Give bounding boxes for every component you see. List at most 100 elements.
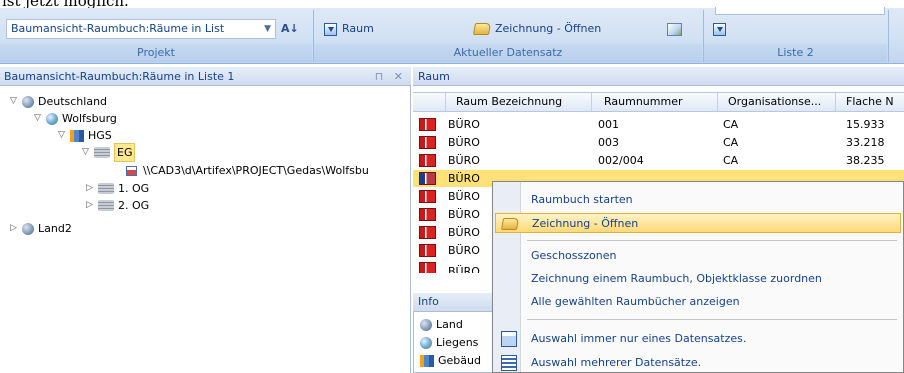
expanded-triangle-icon[interactable]: ▽	[82, 144, 94, 161]
tree-node-hgs[interactable]: ▽ HGS	[58, 127, 112, 144]
pin-icon[interactable]: ⊓	[375, 70, 384, 83]
table-row[interactable]: BÜRO 001 CA 15.933	[413, 116, 904, 133]
tree-node-label: HGS	[88, 129, 112, 142]
liste2-button[interactable]	[713, 19, 731, 39]
info-panel-title: Info	[413, 293, 493, 311]
info-item-label: Liegens	[436, 336, 479, 349]
drawing-file-icon	[126, 165, 137, 176]
cell-bezeichnung: BÜRO	[448, 190, 480, 203]
group-label-datensatz: Aktueller Datensatz	[314, 44, 702, 62]
tree-panel-title: Baumansicht-Raumbuch:Räume in Liste 1 ⊓ …	[0, 67, 411, 86]
menu-item-raumbuch-starten[interactable]: Raumbuch starten	[495, 190, 901, 210]
cell-bezeichnung: BÜRO	[448, 208, 480, 221]
cell-bezeichnung: BÜRO	[448, 265, 480, 273]
tree-node-label: Land2	[38, 222, 72, 235]
menu-item-geschosszonen[interactable]: Geschosszonen	[495, 246, 901, 266]
expanded-triangle-icon[interactable]: ▽	[10, 93, 22, 110]
city-globe-icon	[420, 336, 432, 349]
info-panel: Land Liegens Gebäud	[413, 311, 493, 373]
collapsed-triangle-icon[interactable]: ▷	[86, 180, 98, 197]
single-window-icon	[501, 331, 517, 347]
tree-node-label-selected: EG	[114, 143, 136, 162]
collapsed-triangle-icon[interactable]: ▷	[10, 220, 22, 237]
menu-separator	[527, 319, 897, 320]
cell-organisation: CA	[723, 118, 739, 131]
cell-flaeche: 33.218	[846, 136, 885, 149]
floor-icon	[98, 183, 114, 194]
column-header-raumnummer[interactable]: Raumnummer	[592, 93, 718, 111]
room-icon-selected	[419, 172, 436, 185]
floor-icon	[94, 147, 110, 158]
cell-bezeichnung: BÜRO	[448, 244, 480, 257]
expanded-triangle-icon[interactable]: ▽	[34, 110, 46, 127]
building-icon	[70, 129, 84, 142]
room-icon	[419, 244, 436, 257]
tree-node-deutschland[interactable]: ▽ Deutschland	[10, 93, 107, 110]
tree-node-label: 1. OG	[118, 182, 150, 195]
menu-item-zeichnung-zuordnen[interactable]: Zeichnung einem Raumbuch, Objektklasse z…	[495, 269, 901, 289]
table-row[interactable]: BÜRO 002/004 CA 38.235	[413, 152, 904, 169]
info-item-gebaeude[interactable]: Gebäud	[420, 352, 481, 369]
tree-node-land2[interactable]: ▷ Land2	[10, 220, 72, 237]
cell-organisation: CA	[723, 154, 739, 167]
ribbon-separator	[888, 10, 889, 62]
cell-raumnummer: 002/004	[598, 154, 644, 167]
cell-bezeichnung: BÜRO	[448, 154, 480, 167]
liste2-field[interactable]	[715, 7, 885, 15]
sort-az-icon[interactable]: A↓	[281, 19, 299, 39]
column-header-organisation[interactable]: Organisationse...	[718, 93, 836, 111]
tree-node-drawing-path[interactable]: \\CAD3\d\Artifex\PROJECT\Gedas\Wolfsbu	[126, 162, 369, 179]
city-globe-icon	[46, 112, 58, 125]
group-label-liste2: Liste 2	[704, 44, 887, 62]
menu-item-auswahl-einzeln[interactable]: Auswahl immer nur eines Datensatzes.	[495, 329, 901, 349]
menu-item-zeichnung-oeffnen[interactable]: Zeichnung - Öffnen	[495, 213, 901, 233]
raum-button[interactable]: Raum	[324, 19, 374, 39]
globe-icon	[22, 95, 34, 108]
arrow-down-icon	[324, 22, 337, 36]
tree-view[interactable]: ▽ Deutschland ▽ Wolfsburg ▽ HGS ▽ EG \\C…	[0, 86, 411, 373]
group-label-projekt: Projekt	[0, 44, 312, 62]
context-menu: Raumbuch starten Zeichnung - Öffnen Gesc…	[492, 181, 904, 373]
room-icon	[419, 118, 436, 131]
picture-button[interactable]	[667, 19, 682, 39]
view-select[interactable]: Baumansicht-Raumbuch:Räume in List ▼	[6, 19, 276, 39]
tree-node-1og[interactable]: ▷ 1. OG	[86, 180, 149, 197]
globe-icon	[420, 318, 432, 331]
room-icon	[419, 226, 436, 239]
grid-header-icon-col	[413, 93, 446, 111]
room-icon	[419, 208, 436, 221]
building-icon	[420, 354, 434, 367]
column-header-flaeche[interactable]: Flache N	[836, 93, 904, 111]
tree-node-label: Deutschland	[38, 95, 108, 108]
arrow-down-icon	[713, 22, 726, 36]
tree-node-label: Wolfsburg	[62, 112, 117, 125]
floor-icon	[98, 200, 114, 211]
expanded-triangle-icon[interactable]: ▽	[58, 127, 70, 144]
menu-item-label: Zeichnung - Öffnen	[532, 217, 639, 230]
cell-organisation: CA	[723, 136, 739, 149]
column-header-bezeichnung[interactable]: Raum Bezeichnung	[446, 93, 592, 111]
tree-node-label: \\CAD3\d\Artifex\PROJECT\Gedas\Wolfsbu	[143, 164, 369, 177]
menu-item-label: Auswahl immer nur eines Datensatzes.	[531, 332, 747, 345]
collapsed-triangle-icon[interactable]: ▷	[86, 197, 98, 214]
menu-item-label: Alle gewählten Raumbücher anzeigen	[531, 295, 740, 308]
view-select-value: Baumansicht-Raumbuch:Räume in List	[11, 22, 225, 35]
menu-item-alle-raumbuecher[interactable]: Alle gewählten Raumbücher anzeigen	[495, 292, 901, 312]
info-item-liegenschaft[interactable]: Liegens	[420, 334, 478, 351]
menu-item-auswahl-mehrere[interactable]: Auswahl mehrerer Datensätze.	[495, 353, 901, 373]
grid-header: Raum Bezeichnung Raumnummer Organisation…	[413, 92, 904, 112]
globe-icon	[22, 222, 34, 235]
table-row[interactable]: BÜRO 003 CA 33.218	[413, 134, 904, 151]
tree-node-2og[interactable]: ▷ 2. OG	[86, 197, 149, 214]
tree-node-eg[interactable]: ▽ EG	[82, 143, 136, 162]
ribbon: Baumansicht-Raumbuch:Räume in List ▼ A↓ …	[0, 7, 904, 64]
info-item-land[interactable]: Land	[420, 316, 463, 333]
folder-open-icon	[472, 23, 492, 35]
tree-node-wolfsburg[interactable]: ▽ Wolfsburg	[34, 110, 117, 127]
tree-node-label: 2. OG	[118, 199, 150, 212]
picture-icon	[667, 22, 682, 36]
zeichnung-oeffnen-button[interactable]: Zeichnung - Öffnen	[472, 19, 601, 39]
close-icon[interactable]: ✕	[394, 70, 403, 83]
room-icon	[419, 154, 436, 167]
folder-open-icon	[500, 216, 520, 232]
